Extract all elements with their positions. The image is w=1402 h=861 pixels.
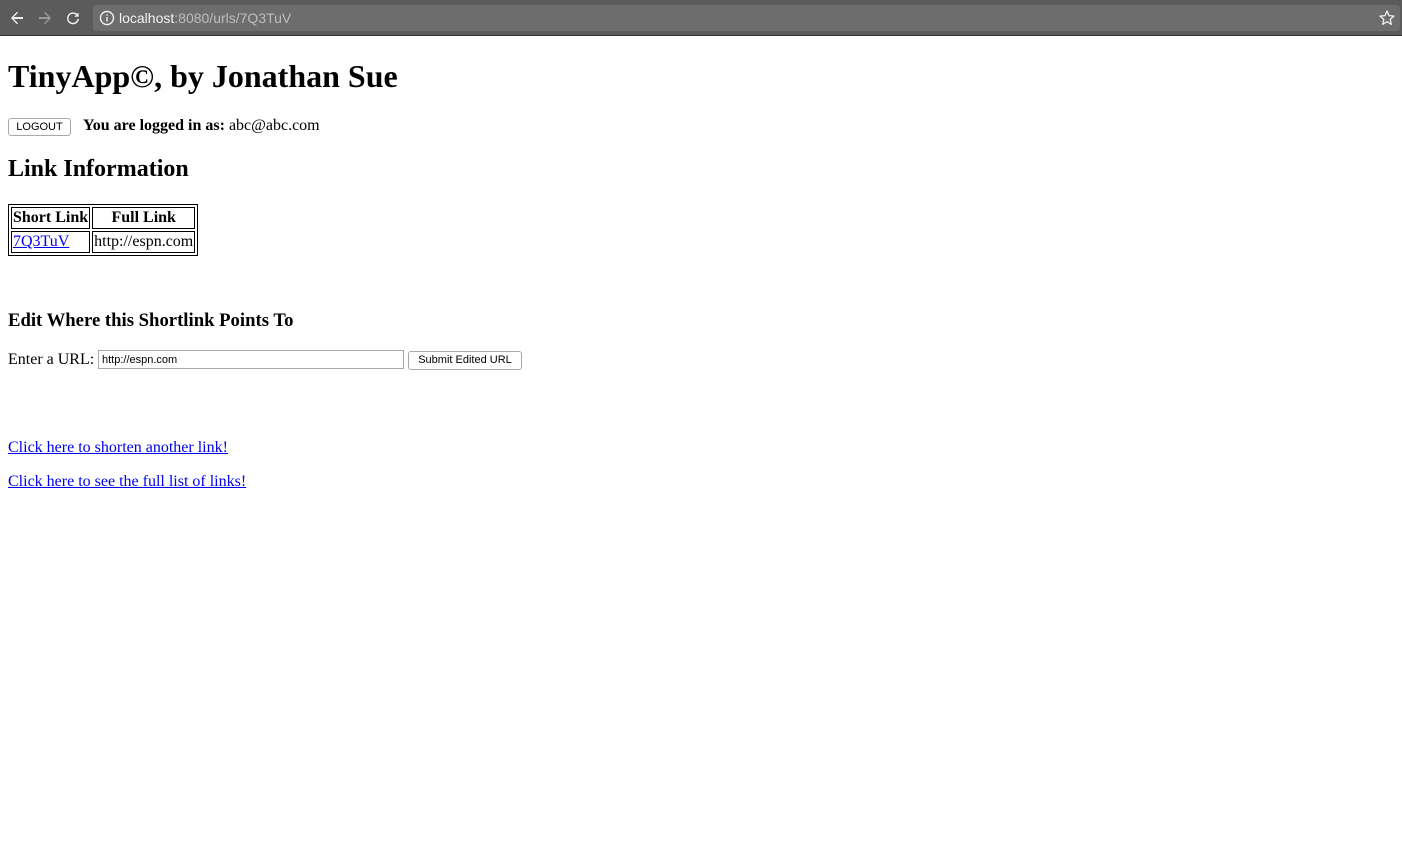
address-url[interactable]: localhost:8080/urls/7Q3TuV — [119, 9, 291, 27]
login-prefix: You are logged in as: — [83, 117, 225, 134]
table-header-row: Short Link Full Link — [11, 207, 196, 229]
page-content: TinyApp©, by Jonathan Sue LOGOUT You are… — [8, 37, 1402, 861]
logout-button[interactable]: LOGOUT — [8, 118, 71, 136]
column-header-full-link: Full Link — [92, 207, 196, 229]
url-input[interactable] — [98, 350, 404, 369]
browser-toolbar: localhost:8080/urls/7Q3TuV — [0, 0, 1402, 36]
user-email: abc@abc.com — [228, 117, 320, 134]
url-path: :8080/urls/7Q3TuV — [174, 10, 292, 26]
star-icon[interactable] — [1378, 9, 1396, 27]
info-icon[interactable] — [99, 10, 115, 26]
url-field-label: Enter a URL: — [8, 351, 95, 368]
address-bar[interactable]: localhost:8080/urls/7Q3TuV — [93, 5, 1400, 31]
shorten-another-link[interactable]: Click here to shorten another link! — [8, 438, 228, 458]
link-information-heading: Link Information — [8, 156, 189, 182]
link-table: Short Link Full Link 7Q3TuV http://espn.… — [8, 204, 199, 256]
table-row: 7Q3TuV http://espn.com — [11, 231, 196, 253]
full-list-link[interactable]: Click here to see the full list of links… — [8, 472, 246, 492]
page-title: TinyApp©, by Jonathan Sue — [8, 58, 398, 94]
reload-icon[interactable] — [61, 6, 85, 30]
login-status: You are logged in as: abc@abc.com — [83, 116, 320, 136]
url-host: localhost — [119, 10, 175, 26]
short-link-cell: 7Q3TuV — [11, 231, 91, 253]
forward-arrow-icon[interactable] — [33, 6, 57, 30]
submit-edited-url-button[interactable]: Submit Edited URL — [408, 351, 522, 370]
edit-heading: Edit Where this Shortlink Points To — [8, 310, 294, 331]
short-link[interactable]: 7Q3TuV — [13, 233, 69, 250]
back-arrow-icon[interactable] — [5, 6, 29, 30]
full-link-cell: http://espn.com — [92, 231, 196, 253]
column-header-short-link: Short Link — [11, 207, 91, 229]
